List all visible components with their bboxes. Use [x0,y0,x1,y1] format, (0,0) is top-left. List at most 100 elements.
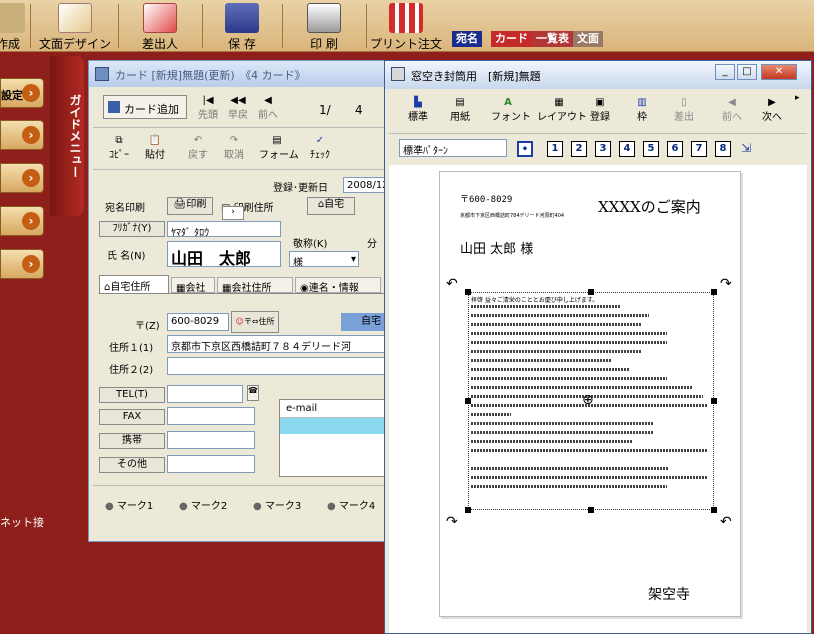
envelope-page[interactable]: 〒600-8029 京都市下京区西橋詰町784デリード河原町404 XXXXのご… [439,171,741,617]
rotate-icon[interactable]: ↷ [446,514,458,530]
pattern-4-button[interactable]: 4 [619,141,635,157]
mark-4-radio[interactable]: ● マーク4 [327,497,375,512]
fax-input[interactable] [167,407,255,425]
resize-handle[interactable] [465,289,471,295]
tel-button[interactable]: TEL(T) [99,387,165,403]
tool-paper-button[interactable]: ▤ 用紙 [445,97,475,123]
email-list[interactable]: e-mail [279,399,395,477]
tool-standard-button[interactable]: ▙ 標準 [403,97,433,123]
sidebar-item-5[interactable]: › [0,249,44,279]
pattern-2-button[interactable]: 2 [571,141,587,157]
guide-menu-tab[interactable]: ガイドメニュー [50,56,84,216]
tab-card[interactable]: カード [491,31,532,47]
pattern-3-button[interactable]: 3 [595,141,611,157]
preview-text-line [471,431,653,434]
tool-register-button[interactable]: ▣ 登録 [585,97,615,123]
radio-icon: ● [105,501,114,512]
name-input[interactable]: 山田 太郎 [167,241,281,267]
pattern-select[interactable]: 標準ﾊﾟﾀｰﾝ [399,139,507,157]
furigana-input[interactable]: ﾔﾏﾀﾞ ﾀﾛｳ [167,221,281,237]
toolbar-design-button[interactable]: 文面デザイン [34,0,116,52]
check-button[interactable]: ✓ ﾁｪｯｸ [305,135,335,161]
toolbar-save-button[interactable]: 保 存 [206,0,278,52]
form-button[interactable]: ▤ フォーム [259,135,299,161]
envelope-window: 窓空き封筒用 [新規]無題 _ □ ✕ ▙ 標準 ▤ 用紙 A フォント ▦ レイアウト… [384,60,812,634]
maximize-button[interactable]: □ [737,64,757,80]
email-row[interactable] [280,418,394,434]
toolbar-print-order-button[interactable]: プリント注文 [368,0,444,52]
sidebar-item-4[interactable]: › [0,206,44,236]
rotate-icon[interactable]: ↶ [446,276,458,292]
mark-1-radio[interactable]: ● マーク1 [105,497,153,512]
home-address-button[interactable]: ⌂自宅 [307,197,355,215]
other-input[interactable] [167,455,255,473]
resize-handle[interactable] [588,507,594,513]
paper-icon: ▤ [455,97,465,108]
mobile-button[interactable]: 携帯 [99,433,165,449]
sidebar-item-settings[interactable]: 設定 › [0,78,44,108]
fax-button[interactable]: FAX [99,409,165,425]
mark-2-radio[interactable]: ● マーク2 [179,497,227,512]
tool-layout-button[interactable]: ▦ レイアウト [537,97,587,123]
tool-frame-button[interactable]: ▥ 枠 [629,97,655,123]
nav-prev-button[interactable]: ◀ 前へ [255,95,281,121]
copy-button[interactable]: ⧉ ｺﾋﾟｰ [107,135,131,161]
tel-input[interactable] [167,385,243,403]
tab-list[interactable]: 一覧表 [532,31,573,47]
pattern-1-button[interactable]: 1 [547,141,563,157]
other-button[interactable]: その他 [99,457,165,473]
tool-sender-button[interactable]: ▯ 差出 [669,97,699,123]
resize-handle[interactable] [711,507,717,513]
toolbar-create-button[interactable]: 作成 [0,0,26,52]
close-button[interactable]: ✕ [761,64,797,80]
honorific-select[interactable]: 様 ▾ [289,251,359,267]
resize-handle[interactable] [465,507,471,513]
print-label-button[interactable]: 🖨印刷 [167,197,213,215]
tool-font-button[interactable]: A フォント [491,97,531,123]
sort-icon[interactable]: ⇲ [741,141,751,155]
pattern-8-button[interactable]: 8 [715,141,731,157]
chevron-right-icon: › [22,169,40,187]
pattern-7-button[interactable]: 7 [691,141,707,157]
cancel-button[interactable]: ↷ 取消 [221,135,247,161]
rotate-icon[interactable]: ↶ [720,514,732,530]
add-card-button[interactable]: カード追加 [103,95,187,119]
paste-button[interactable]: 📋 貼付 [141,135,169,161]
crosshair-icon[interactable]: ⊕ [582,392,594,408]
chevron-right-icon[interactable]: ▸ [795,93,800,103]
minimize-button[interactable]: _ [715,64,735,80]
mark-3-radio[interactable]: ● マーク3 [253,497,301,512]
tab-home-address[interactable]: ⌂自宅住所 [99,275,169,293]
nav-first-button[interactable]: |◀ 先頭 [195,95,221,121]
zip-to-address-button[interactable]: ☺〒⇔住所 [231,311,279,333]
net-connect-label[interactable]: ネット接 [0,514,44,530]
zip-input[interactable]: 600-8029 [167,313,229,331]
nav-rewind-button[interactable]: ◀◀ 早戻 [225,95,251,121]
pattern-5-button[interactable]: 5 [643,141,659,157]
sidebar-item-3[interactable]: › [0,163,44,193]
preview-text-line [471,368,629,371]
resize-handle[interactable] [711,398,717,404]
mobile-input[interactable] [167,431,255,449]
resize-handle[interactable] [711,289,717,295]
resize-handle[interactable] [588,289,594,295]
pattern-6-button[interactable]: 6 [667,141,683,157]
tab-company[interactable]: ▦会社 [171,277,215,294]
tab-company-address[interactable]: ▦会社住所 [217,277,293,294]
address2-input[interactable] [167,357,393,375]
address1-input[interactable]: 京都市下京区西橋詰町７８４デリード河 [167,335,393,353]
sidebar-item-2[interactable]: › [0,120,44,150]
furigana-button[interactable]: ﾌﾘｶﾞﾅ(Y) [99,221,165,237]
undo-button[interactable]: ↶ 戻す [185,135,211,161]
phone-icon[interactable]: ☎ [247,385,259,401]
resize-handle[interactable] [465,398,471,404]
tab-address[interactable]: 宛名 [452,31,482,47]
tool-next-button[interactable]: ▶ 次へ [757,97,787,123]
tool-prev-button[interactable]: ◀ 前へ [717,97,747,123]
tab-joint-info[interactable]: ◉連名・情報 [295,277,381,294]
rotate-icon[interactable]: ↷ [720,276,732,292]
tab-letter[interactable]: 文面 [573,31,603,47]
pattern-default-button[interactable]: • [517,141,533,157]
toolbar-print-button[interactable]: 印 刷 [286,0,362,52]
toolbar-sender-button[interactable]: 差出人 [122,0,198,52]
